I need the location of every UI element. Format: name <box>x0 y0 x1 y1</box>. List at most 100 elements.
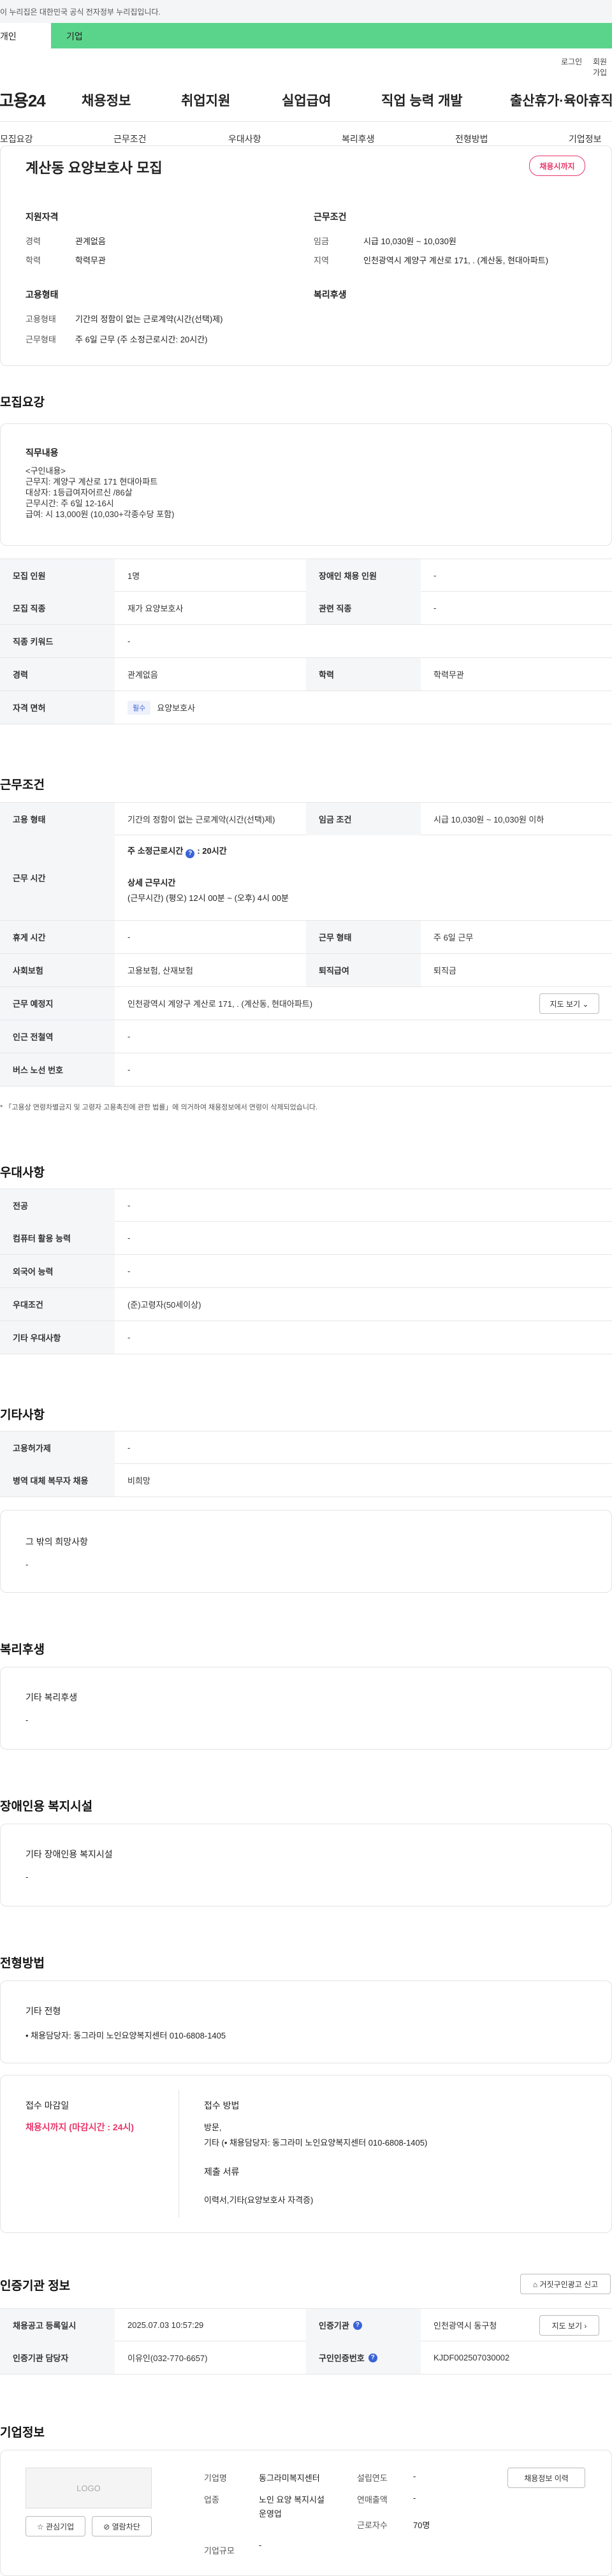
table-header-cell: 임금 조건 <box>306 803 421 835</box>
info-icon[interactable]: ? <box>353 2320 362 2330</box>
etc-box-value: - <box>26 1560 29 1569</box>
selection-etc-box <box>0 1980 612 2063</box>
login-link[interactable]: 로그인 <box>561 56 582 67</box>
emp-label: 고용형태 <box>26 314 56 324</box>
gnb-item-unemployment[interactable]: 실업급여 <box>282 91 331 110</box>
hours-weekly: 주 소정근로시간?: 20시간 <box>127 844 227 858</box>
table-row: 경력 관계없음 학력 학력무관 <box>0 658 612 691</box>
company-label: 기업명 <box>204 2473 227 2483</box>
docs-value: 이력서,기타(요양보호사 자격증) <box>204 2195 314 2205</box>
table-value-cell: 재가 요양보호사 <box>127 604 184 613</box>
cell-text: KJDF002507030002 <box>433 2353 510 2362</box>
table-header-cell: 자격 면허 <box>0 691 115 724</box>
deadline-badge: 채용시까지 <box>529 156 585 176</box>
emp-value: 주 6일 근무 (주 소정근로시간: 20시간) <box>75 335 208 344</box>
cond-value: 인천광역시 계양구 계산로 171, . (계산동, 현대아파트) <box>363 256 549 265</box>
table-row: 모집 인원 1명 장애인 채용 인원 - <box>0 559 612 592</box>
job-desc-text: <구인내용> 근무지: 계양구 계산로 171 현대아파트 대상자: 1등급여자어르… <box>26 465 174 520</box>
subnav-requirements[interactable]: 모집요강 <box>0 133 33 145</box>
table-value-cell: 학력무관 <box>433 670 464 680</box>
emp-value: 기간의 정함이 없는 근로계약(시간(선택)제) <box>75 314 223 324</box>
signup-link[interactable]: 회원가입 <box>593 56 612 78</box>
table-header-cell: 기타 우대사항 <box>0 1321 115 1354</box>
subnav-preferences[interactable]: 우대사항 <box>228 133 261 145</box>
table-header-cell: 고용 형태 <box>0 803 115 835</box>
job-desc-line: 근무시간: 주 6일 12-16시 <box>26 499 114 508</box>
subnav-company[interactable]: 기업정보 <box>569 133 602 145</box>
section-title-requirements: 모집요강 <box>0 396 45 409</box>
disability-box-value: - <box>26 1872 29 1882</box>
subnav-selection[interactable]: 전형방법 <box>455 133 488 145</box>
table-header-cell: 구인인증번호? <box>306 2341 421 2374</box>
cell-text: 채용공고 등록일시 <box>13 2321 76 2331</box>
chevron-down-icon: ⌄ <box>580 1000 589 1009</box>
report-fake-ad-button[interactable]: ⌂ 거짓구인광고 신고 <box>520 2274 611 2294</box>
table-value-cell: KJDF002507030002 <box>421 2341 612 2374</box>
table-value-cell: - <box>127 1065 131 1074</box>
table-header-cell: 근무 시간 <box>0 835 115 920</box>
table-header-cell: 모집 인원 <box>0 559 115 592</box>
cert-map-button[interactable]: 지도 보기 › <box>539 2315 599 2336</box>
etc-box <box>0 1510 612 1593</box>
favorite-company-label: 관심기업 <box>45 2522 75 2531</box>
method-value-etc: 기타 (• 채용담당자: 동그라미 노인요양복지센터 010-6808-1405… <box>204 2138 428 2148</box>
license-cell: 필수 요양보호사 <box>115 691 612 724</box>
company-logo-placeholder: LOGO <box>26 2468 152 2508</box>
company-label: 업종 <box>204 2495 219 2505</box>
table-value-cell: (준)고령자(50세이상) <box>127 1300 201 1310</box>
qual-value: 학력무관 <box>75 256 106 265</box>
hiring-history-button[interactable]: 채용정보 이력 <box>507 2468 585 2488</box>
welfare-box <box>0 1667 612 1750</box>
table-header-cell: 인증기관? <box>306 2309 421 2341</box>
favorite-company-button[interactable]: ☆ 관심기업 <box>26 2516 85 2536</box>
cell-text: 구인인증번호 <box>319 2353 365 2363</box>
table-value-cell: - <box>127 1032 131 1041</box>
gov-banner-text: 이 누리집은 대한민국 공식 전자정부 누리집입니다. <box>0 8 161 17</box>
subnav-conditions[interactable]: 근무조건 <box>113 133 147 145</box>
table-value-cell: 주 6일 근무 <box>433 933 474 942</box>
section-title-etc: 기타사항 <box>0 1409 45 1422</box>
info-icon[interactable]: ? <box>368 2353 377 2362</box>
table-row: 채용공고 등록일시 2025.07.03 10:57:29 인증기관? 인천광역시 동… <box>0 2308 612 2341</box>
gov-banner: 이 누리집은 대한민국 공식 전자정부 누리집입니다. <box>0 0 612 23</box>
table-value-cell: 시급 10,030원 ~ 10,030원 이하 <box>433 815 544 824</box>
block-icon: ⊘ <box>103 2522 112 2531</box>
gnb-item-jobs[interactable]: 채용정보 <box>82 91 131 110</box>
table-row: 컴퓨터 활용 능력 - <box>0 1222 612 1255</box>
gnb-item-training[interactable]: 직업 능력 개발 <box>381 91 463 110</box>
table-header-cell: 외국어 능력 <box>0 1255 115 1287</box>
table-value-cell: - <box>127 1233 131 1243</box>
selection-etc-value: • 채용담당자: 동그라미 노인요양복지센터 010-6808-1405 <box>26 2031 226 2040</box>
qual-label: 경력 <box>26 237 41 246</box>
job-desc-line: 급여: 시 13,000원 (10,030+각종수당 포함) <box>26 509 175 519</box>
table-row: 고용허가제 - <box>0 1431 612 1464</box>
table-row: 인근 전철역 - <box>0 1020 612 1053</box>
table-header-cell: 버스 노선 번호 <box>0 1053 115 1086</box>
table-value-cell: - <box>127 1201 131 1210</box>
table-value-cell: 1명 <box>127 571 140 581</box>
table-header-cell: 모집 직종 <box>0 592 115 624</box>
method-value: 방문, <box>204 2123 222 2132</box>
tab-personal[interactable]: 개인 <box>0 23 51 48</box>
tab-company[interactable]: 기업 <box>51 23 612 48</box>
table-value-cell: - <box>127 1443 131 1453</box>
subnav-welfare[interactable]: 복리후생 <box>342 133 375 145</box>
section-title-selection: 전형방법 <box>0 1957 45 1970</box>
gnb-item-employment[interactable]: 취업지원 <box>181 91 230 110</box>
gnb-item-leave[interactable]: 출산휴가·육아휴직 <box>510 91 612 110</box>
job-desc-heading: 직무내용 <box>26 448 59 458</box>
application-box <box>0 2075 612 2233</box>
info-icon[interactable]: ? <box>186 849 195 858</box>
table-row: 전공 - <box>0 1189 612 1222</box>
license-value: 요양보호사 <box>157 703 196 713</box>
table-value-cell: 관계없음 <box>127 670 158 680</box>
disability-box-heading: 기타 장애인용 복지시설 <box>26 1849 113 1859</box>
map-view-button[interactable]: 지도 보기 ⌄ <box>539 993 599 1014</box>
block-company-button[interactable]: ⊘ 열람차단 <box>92 2516 152 2536</box>
qual-heading: 지원자격 <box>26 212 59 222</box>
user-tabs: 개인 기업 <box>0 23 612 48</box>
site-logo[interactable]: 고용24 <box>0 88 46 112</box>
hours-weekly-label: 주 소정근로시간 <box>127 846 184 856</box>
cond-heading: 근무조건 <box>314 212 347 222</box>
cell-text: 2025.07.03 10:57:29 <box>127 2320 204 2330</box>
